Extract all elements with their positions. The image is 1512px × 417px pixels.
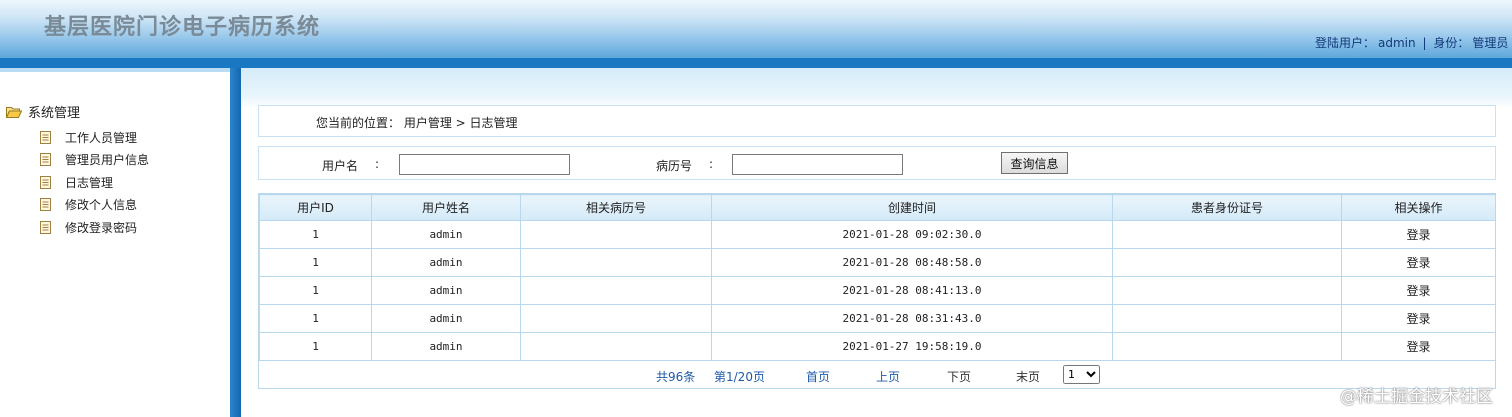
sidebar-item-profile[interactable]: 修改个人信息: [40, 194, 149, 217]
cell-operation: 登录: [1341, 248, 1496, 277]
cell-user-name: admin: [371, 332, 521, 361]
sidebar-divider[interactable]: [230, 68, 241, 417]
sidebar-item-label: 修改个人信息: [65, 198, 138, 213]
cell-user-name: admin: [371, 220, 521, 249]
folder-open-icon: [6, 106, 22, 118]
header-bottom-bar: [0, 58, 1512, 68]
cell-patient-id-card: [1112, 276, 1342, 305]
next-page-label: 下页: [947, 370, 972, 384]
sidebar: 系统管理 工作人员管理 管理员用户信息 日志管理 修改个人信息 修改登录密码: [0, 68, 230, 417]
sidebar-item-staff[interactable]: 工作人员管理: [40, 126, 149, 149]
query-button[interactable]: 查询信息: [1001, 152, 1068, 174]
last-page-label: 末页: [1016, 370, 1041, 384]
username-label: 用户名: [322, 159, 359, 173]
cell-user-id: 1: [259, 304, 372, 333]
app-title: 基层医院门诊电子病历系统: [44, 15, 321, 40]
cell-user-id: 1: [259, 276, 372, 305]
cell-record-number: [520, 220, 712, 249]
cell-created-time: 2021-01-28 08:31:43.0: [711, 304, 1113, 333]
column-header: 用户ID: [259, 194, 372, 221]
watermark: @稀土掘金技术社区: [1340, 387, 1493, 407]
record-number-input[interactable]: [732, 154, 903, 175]
menu-items: 工作人员管理 管理员用户信息 日志管理 修改个人信息 修改登录密码: [40, 126, 149, 239]
cell-record-number: [520, 304, 712, 333]
cell-user-id: 1: [259, 248, 372, 277]
cell-patient-id-card: [1112, 248, 1342, 277]
sidebar-item-logs[interactable]: 日志管理: [40, 171, 149, 194]
role-value: 管理员: [1472, 36, 1509, 50]
column-header: 用户姓名: [371, 194, 521, 221]
role-label: 身份：: [1433, 36, 1470, 50]
breadcrumb-text: 您当前的位置： 用户管理 > 日志管理: [316, 116, 518, 130]
table-row: 1 admin 2021-01-28 08:31:43.0 登录: [259, 304, 1496, 333]
cell-operation: 登录: [1341, 220, 1496, 249]
table-row: 1 admin 2021-01-28 08:48:58.0 登录: [259, 248, 1496, 277]
cell-operation: 登录: [1341, 332, 1496, 361]
column-header: 相关操作: [1341, 194, 1496, 221]
record-number-label: 病历号: [656, 159, 693, 173]
login-label: 登陆用户：: [1315, 36, 1376, 50]
breadcrumb: 您当前的位置： 用户管理 > 日志管理: [258, 105, 1496, 137]
column-header: 患者身份证号: [1112, 194, 1342, 221]
username-colon: :: [375, 157, 380, 171]
table-row: 1 admin 2021-01-28 08:41:13.0 登录: [259, 276, 1496, 305]
username-input[interactable]: [399, 154, 570, 175]
document-icon: [40, 130, 51, 144]
document-icon: [40, 153, 51, 167]
total-count: 共96条: [656, 370, 696, 384]
log-table-container: 用户ID 用户姓名 相关病历号 创建时间 患者身份证号 相关操作 1 admin…: [258, 193, 1496, 389]
app-header: 基层医院门诊电子病历系统 登陆用户：admin | 身份：管理员 | 退出: [0, 0, 1512, 58]
table-row: 1 admin 2021-01-27 19:58:19.0 登录: [259, 332, 1496, 361]
cell-user-name: admin: [371, 248, 521, 277]
cell-user-id: 1: [259, 220, 372, 249]
sidebar-item-label: 管理员用户信息: [65, 153, 150, 168]
sidebar-item-label: 工作人员管理: [65, 130, 138, 145]
log-table: 用户ID 用户姓名 相关病历号 创建时间 患者身份证号 相关操作 1 admin…: [259, 194, 1496, 361]
separator: |: [1422, 36, 1427, 50]
column-header: 相关病历号: [520, 194, 712, 221]
pagination: 共96条 第1/20页 首页 上页 下页 末页 1: [259, 362, 1495, 388]
cell-created-time: 2021-01-28 08:41:13.0: [711, 276, 1113, 305]
menu-group-label: 系统管理: [28, 106, 81, 121]
table-header-row: 用户ID 用户姓名 相关病历号 创建时间 患者身份证号 相关操作: [259, 194, 1496, 221]
cell-user-id: 1: [259, 332, 372, 361]
document-icon: [40, 198, 51, 212]
search-panel: 用户名 : 病历号 : 查询信息: [258, 146, 1496, 180]
cell-patient-id-card: [1112, 332, 1342, 361]
cell-created-time: 2021-01-28 08:48:58.0: [711, 248, 1113, 277]
document-icon: [40, 220, 51, 234]
cell-operation: 登录: [1341, 304, 1496, 333]
prev-page-link[interactable]: 上页: [876, 368, 900, 385]
table-row: 1 admin 2021-01-28 09:02:30.0 登录: [259, 220, 1496, 249]
login-user: admin: [1378, 36, 1416, 50]
cell-record-number: [520, 332, 712, 361]
page-info: 第1/20页: [714, 370, 765, 384]
page-select[interactable]: 1: [1063, 365, 1100, 384]
first-page-link[interactable]: 首页: [806, 368, 830, 385]
sidebar-item-password[interactable]: 修改登录密码: [40, 216, 149, 239]
user-bar: 登陆用户：admin | 身份：管理员 | 退出: [1315, 34, 1512, 51]
cell-patient-id-card: [1112, 220, 1342, 249]
sidebar-item-label: 日志管理: [65, 175, 114, 190]
cell-created-time: 2021-01-28 09:02:30.0: [711, 220, 1113, 249]
sidebar-item-admin-users[interactable]: 管理员用户信息: [40, 149, 149, 172]
menu-group-system[interactable]: 系统管理: [6, 102, 80, 121]
cell-user-name: admin: [371, 276, 521, 305]
cell-operation: 登录: [1341, 276, 1496, 305]
cell-patient-id-card: [1112, 304, 1342, 333]
cell-record-number: [520, 248, 712, 277]
main-content: 您当前的位置： 用户管理 > 日志管理 用户名 : 病历号 : 查询信息 用户I…: [241, 68, 1512, 417]
sidebar-item-label: 修改登录密码: [65, 220, 138, 235]
column-header: 创建时间: [711, 194, 1113, 221]
cell-record-number: [520, 276, 712, 305]
cell-created-time: 2021-01-27 19:58:19.0: [711, 332, 1113, 361]
record-number-colon: :: [709, 157, 714, 171]
cell-user-name: admin: [371, 304, 521, 333]
document-icon: [40, 175, 51, 189]
